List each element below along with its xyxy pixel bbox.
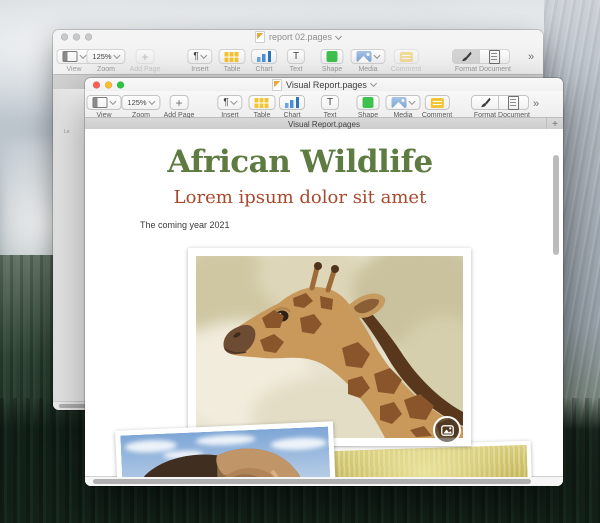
toolbar-overflow-button[interactable]: » [528, 51, 534, 63]
view-icon [93, 97, 108, 108]
media-icon [357, 51, 372, 62]
close-button[interactable] [93, 81, 100, 88]
media-button[interactable]: Media [386, 95, 421, 119]
chevron-down-icon [149, 98, 156, 105]
document-page: African Wildlife Lorem ipsum dolor sit a… [85, 129, 563, 477]
insert-button[interactable]: ¶ Insert [217, 95, 242, 119]
shape-icon [363, 97, 374, 108]
comment-button[interactable]: Comment [422, 95, 452, 119]
minimize-button[interactable] [73, 34, 80, 41]
chevron-down-icon [408, 98, 415, 105]
document-subheading[interactable]: Lorem ipsum dolor sit amet [95, 187, 505, 208]
front-toolbar: View 125% Zoom + Add Page ¶ Insert Table… [85, 91, 563, 118]
plus-icon: + [175, 97, 182, 109]
back-traffic-lights [61, 34, 97, 41]
minimize-button[interactable] [105, 81, 112, 88]
comment-icon [431, 98, 444, 108]
chart-button[interactable]: Chart [279, 95, 305, 119]
add-page-button[interactable]: + Add Page [130, 49, 161, 73]
media-button[interactable]: Media [351, 49, 386, 73]
image-placeholder-icon [441, 425, 454, 436]
chevron-down-icon [114, 52, 121, 59]
pages-doc-icon [272, 79, 282, 91]
shape-button[interactable]: Shape [357, 95, 380, 119]
elephant-photo-image [120, 427, 333, 477]
zoom-window-button[interactable] [85, 34, 92, 41]
chevron-down-icon [109, 98, 116, 105]
comment-icon [400, 52, 413, 62]
paintbrush-icon [460, 51, 472, 63]
text-button[interactable]: T Text [321, 95, 339, 119]
table-button[interactable]: Table [219, 49, 246, 73]
chart-icon [285, 97, 299, 108]
chevron-down-icon [201, 52, 208, 59]
comment-button[interactable]: Comment [391, 49, 421, 73]
chevron-down-icon [373, 52, 380, 59]
media-icon [392, 97, 407, 108]
front-traffic-lights [93, 81, 129, 88]
front-window-title: Visual Report.pages [272, 79, 376, 91]
savanna-photo-image [323, 445, 529, 477]
add-page-button[interactable]: + Add Page [164, 95, 195, 119]
elephant-photo[interactable] [115, 421, 339, 477]
zoom-window-button[interactable] [117, 81, 124, 88]
media-placeholder-badge[interactable] [433, 416, 461, 444]
document-button[interactable]: Document [479, 49, 511, 73]
pages-doc-icon [255, 31, 265, 43]
zoom-button[interactable]: 125% Zoom [86, 49, 125, 73]
chevron-down-icon [370, 80, 377, 87]
document-icon [508, 96, 519, 110]
view-icon [63, 51, 78, 62]
back-toolbar: View 125% Zoom + Add Page ¶ Insert Table… [53, 44, 543, 75]
horizontal-scrollbar-thumb[interactable] [93, 479, 531, 484]
document-heading[interactable]: African Wildlife [95, 144, 505, 180]
insert-button[interactable]: ¶ Insert [187, 49, 212, 73]
shape-icon [327, 51, 338, 62]
text-tool-icon: T [293, 52, 299, 62]
toolbar-overflow-button[interactable]: » [533, 98, 539, 110]
chevron-down-icon [231, 98, 238, 105]
close-button[interactable] [61, 34, 68, 41]
table-button[interactable]: Table [249, 95, 276, 119]
table-icon [255, 97, 270, 108]
format-button[interactable]: Format [471, 95, 499, 119]
zoom-button[interactable]: 125% Zoom [121, 95, 160, 119]
plus-icon: + [141, 51, 148, 63]
chart-button[interactable]: Chart [251, 49, 277, 73]
tab-visual-report[interactable]: Visual Report.pages [288, 120, 360, 129]
view-button[interactable]: View [87, 95, 122, 119]
back-titlebar[interactable]: report 02.pages [53, 30, 543, 44]
table-icon [225, 51, 240, 62]
pilcrow-icon: ¶ [193, 52, 198, 62]
text-tool-icon: T [327, 98, 333, 108]
horizontal-scrollbar[interactable] [85, 476, 563, 486]
pilcrow-icon: ¶ [223, 98, 228, 108]
shape-button[interactable]: Shape [321, 49, 344, 73]
window-visual-report[interactable]: Visual Report.pages View 125% Zoom + Add… [85, 78, 563, 486]
format-button[interactable]: Format [452, 49, 480, 73]
text-button[interactable]: T Text [287, 49, 305, 73]
front-titlebar[interactable]: Visual Report.pages [85, 78, 563, 91]
vertical-scrollbar-thumb[interactable] [553, 155, 559, 255]
document-note[interactable]: The coming year 2021 [140, 220, 230, 230]
chevron-down-icon [335, 32, 342, 39]
savanna-photo[interactable] [319, 441, 534, 477]
chart-icon [257, 51, 271, 62]
back-window-title: report 02.pages [255, 31, 341, 43]
paintbrush-icon [479, 97, 491, 109]
giraffe-photo-image [196, 256, 463, 438]
document-button[interactable]: Document [498, 95, 530, 119]
giraffe-photo[interactable] [188, 248, 471, 446]
back-document-text-fragment: Le [64, 129, 70, 135]
document-icon [489, 50, 500, 64]
